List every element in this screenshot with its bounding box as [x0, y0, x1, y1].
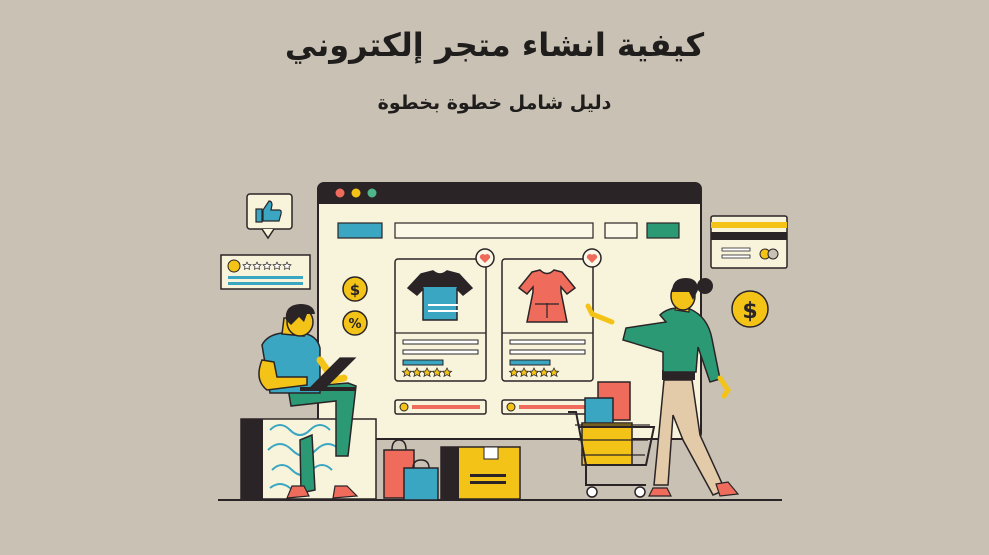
- product-card-blouse: [501, 248, 602, 382]
- percent-icon: %: [342, 310, 368, 336]
- thumbs-up-bubble: [246, 193, 293, 240]
- box-icon: [440, 446, 521, 500]
- credit-card-icon: [710, 215, 788, 269]
- window-minimize-dot: [351, 188, 361, 198]
- cart-block: [646, 222, 680, 239]
- review-card: [220, 254, 311, 290]
- dollar-icon: $: [342, 276, 368, 302]
- search-bar: [394, 222, 594, 239]
- add-to-cart-bar[interactable]: [394, 399, 487, 415]
- svg-text:$: $: [742, 299, 757, 324]
- site-logo-block: [337, 222, 383, 239]
- window-close-dot: [335, 188, 345, 198]
- add-to-cart-bar[interactable]: [501, 399, 594, 415]
- banner: كيفية انشاء متجر إلكتروني دليل شامل خطوة…: [0, 0, 989, 555]
- nav-block: [604, 222, 638, 239]
- ecommerce-illustration: $ % $: [218, 182, 788, 501]
- product-card-tshirt: [394, 248, 495, 382]
- dollar-icon: $: [731, 290, 769, 328]
- svg-text:$: $: [350, 281, 360, 299]
- shopping-bag-icon: [383, 439, 439, 501]
- svg-text:%: %: [348, 317, 361, 332]
- window-maximize-dot: [367, 188, 377, 198]
